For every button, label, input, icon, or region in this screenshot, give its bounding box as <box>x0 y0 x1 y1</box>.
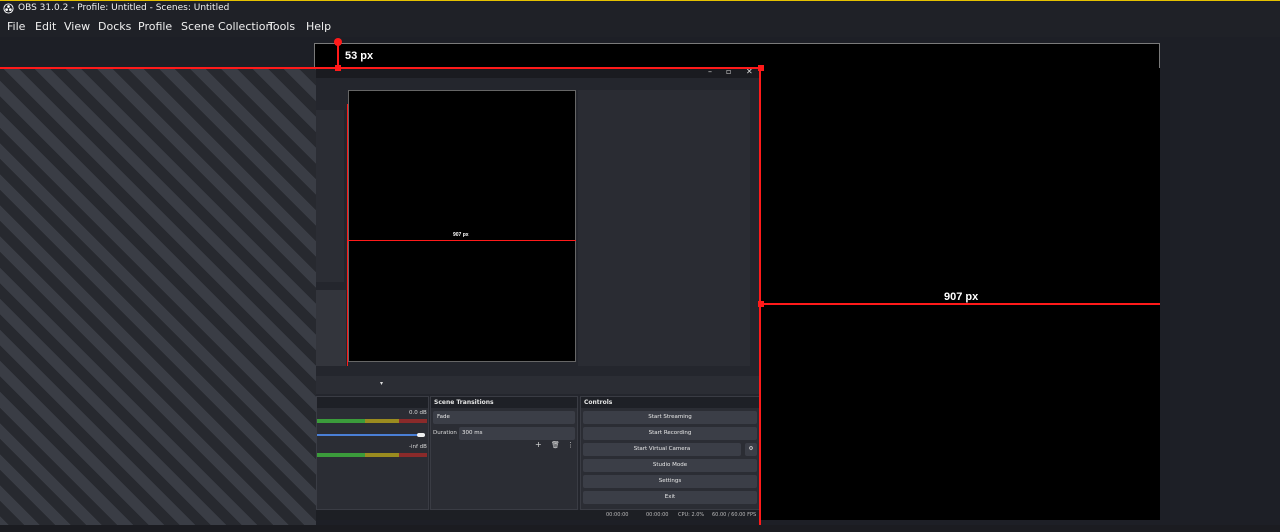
meter-red-1 <box>399 419 427 423</box>
start-recording-button[interactable]: Start Recording <box>583 427 757 440</box>
menu-docks[interactable]: Docks <box>97 17 132 37</box>
volume-handle-1[interactable] <box>417 433 425 437</box>
meter-yellow-2 <box>365 453 399 457</box>
nested-guide-vertical <box>347 104 348 366</box>
duration-label: Duration <box>433 430 457 436</box>
nested-grey-area <box>578 90 750 366</box>
scene-transitions-title: Scene Transitions <box>431 397 577 408</box>
menu-view[interactable]: View <box>63 17 91 37</box>
chevron-down-icon: ▾ <box>380 380 384 387</box>
nested-left-panel-lower <box>316 290 346 366</box>
audio-db-1: 0.0 dB <box>409 410 427 416</box>
maximize-icon: ▫ <box>726 68 732 76</box>
duration-input[interactable]: 300 ms <box>459 427 575 440</box>
menu-help[interactable]: Help <box>305 17 332 37</box>
close-icon: ✕ <box>746 68 753 76</box>
meter-green-1 <box>317 419 365 423</box>
nested-guide-horizontal <box>348 240 576 241</box>
nested-width-label: 907 px <box>453 232 469 238</box>
menu-tools[interactable]: Tools <box>267 17 296 37</box>
record-time: 00:00:00 <box>646 512 669 518</box>
top-guide-handle[interactable] <box>334 38 342 46</box>
menu-bar: File Edit View Docks Profile Scene Colle… <box>0 17 1280 37</box>
more-icon[interactable]: ⋮ <box>567 441 574 449</box>
meter-red-2 <box>399 453 427 457</box>
start-streaming-button[interactable]: Start Streaming <box>583 411 757 424</box>
nested-scene-bar: ▾ <box>316 376 760 394</box>
top-edge-guide <box>0 67 764 69</box>
start-virtual-camera-button[interactable]: Start Virtual Camera <box>583 443 741 456</box>
out-of-bounds-stripes <box>0 68 316 532</box>
controls-panel: Controls Start Streaming Start Recording… <box>580 396 760 510</box>
width-guide-horizontal <box>761 303 1160 305</box>
nested-window-capture[interactable]: – ▫ ✕ 907 px ▾ 0.0 dB -inf dB Scene Tran… <box>316 68 760 520</box>
add-transition-icon[interactable]: + <box>535 440 542 449</box>
guide-corner-handle[interactable] <box>335 65 341 71</box>
cpu-usage: CPU: 2.0% <box>678 512 705 518</box>
fps-display: 60.00 / 60.00 FPS <box>712 512 757 518</box>
scene-transitions-panel: Scene Transitions Fade Duration 300 ms +… <box>430 396 578 510</box>
menu-edit[interactable]: Edit <box>34 17 57 37</box>
stream-time: 00:00:00 <box>606 512 629 518</box>
controls-title: Controls <box>581 397 759 408</box>
width-guide-handle[interactable] <box>758 301 764 307</box>
main-status-bar <box>0 525 1280 532</box>
title-bar: OBS 31.0.2 - Profile: Untitled - Scenes:… <box>0 0 1280 17</box>
meter-green-2 <box>317 453 365 457</box>
trash-icon[interactable]: 🗑 <box>551 441 560 449</box>
nested-title-bar: – ▫ ✕ <box>316 68 760 78</box>
menu-profile[interactable]: Profile <box>137 17 173 37</box>
menu-scene-collection[interactable]: Scene Collection <box>180 17 273 37</box>
menu-file[interactable]: File <box>6 17 26 37</box>
meter-yellow-1 <box>365 419 399 423</box>
nested-canvas <box>348 90 576 362</box>
transition-select[interactable]: Fade <box>433 411 575 424</box>
audio-db-2: -inf dB <box>409 444 427 450</box>
right-edge-guide <box>759 67 761 525</box>
gear-icon[interactable]: ⚙ <box>745 443 757 456</box>
minimize-icon: – <box>708 68 712 76</box>
nested-status-bar: 00:00:00 00:00:00 CPU: 2.0% 60.00 / 60.0… <box>316 510 760 520</box>
obs-logo-icon <box>3 3 14 14</box>
top-distance-label: 53 px <box>345 50 374 62</box>
nested-left-panel <box>316 110 344 282</box>
audio-mixer-header <box>317 397 428 408</box>
audio-mixer-panel: 0.0 dB -inf dB <box>316 396 429 510</box>
width-distance-label: 907 px <box>944 291 979 303</box>
studio-mode-button[interactable]: Studio Mode <box>583 459 757 472</box>
exit-button[interactable]: Exit <box>583 491 757 504</box>
volume-slider-1[interactable] <box>317 434 425 436</box>
window-title: OBS 31.0.2 - Profile: Untitled - Scenes:… <box>18 3 230 13</box>
settings-button[interactable]: Settings <box>583 475 757 488</box>
